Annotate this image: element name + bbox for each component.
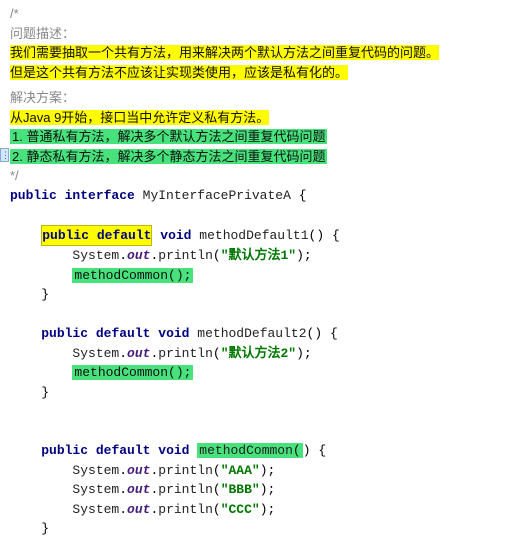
highlight-item1: 1. 普通私有方法，解决多个默认方法之间重复代码问题	[10, 129, 327, 144]
desc-line1: 我们需要抽取一个共有方法，用来解决两个默认方法之间重复代码的问题。	[10, 43, 507, 63]
desc-line2: 但是这个共有方法不应该让实现类使用，应该是私有化的。	[10, 63, 507, 83]
highlight-line1: 我们需要抽取一个共有方法，用来解决两个默认方法之间重复代码的问题。	[10, 45, 439, 60]
code-editor-viewport: /* 问题描述： 我们需要抽取一个共有方法，用来解决两个默认方法之间重复代码的问…	[0, 0, 507, 539]
comment-close: */	[10, 166, 507, 186]
solution-item1: 1. 普通私有方法，解决多个默认方法之间重复代码问题	[10, 127, 507, 147]
common-decl: public default void methodCommon() {	[10, 441, 507, 461]
highlight-intro: 从Java 9开始，接口当中允许定义私有方法。	[10, 110, 269, 125]
code-block: public interface MyInterfacePrivateA { p…	[10, 186, 507, 539]
method1-decl: public default void methodDefault1() {	[10, 225, 507, 247]
common-print-ccc: System.out.println("CCC");	[10, 500, 507, 520]
method1-close: }	[10, 285, 507, 305]
method2-common-call: methodCommon();	[10, 363, 507, 383]
solution-intro: 从Java 9开始，接口当中允许定义私有方法。	[10, 108, 507, 128]
highlight-line2: 但是这个共有方法不应该让实现类使用，应该是私有化的。	[10, 65, 348, 80]
method2-decl: public default void methodDefault2() {	[10, 324, 507, 344]
desc-title: 问题描述：	[10, 24, 507, 44]
common-print-bbb: System.out.println("BBB");	[10, 480, 507, 500]
method2-print: System.out.println("默认方法2");	[10, 344, 507, 364]
highlight-item2: 2. 静态私有方法，解决多个静态方法之间重复代码问题	[10, 149, 327, 164]
fold-marker-icon[interactable]: ⋮	[0, 148, 9, 162]
common-print-aaa: System.out.println("AAA");	[10, 461, 507, 481]
common-close: }	[10, 519, 507, 539]
method1-common-call: methodCommon();	[10, 266, 507, 286]
solution-title: 解决方案：	[10, 88, 507, 108]
comment-open: /*	[10, 4, 507, 24]
interface-decl: public interface MyInterfacePrivateA {	[10, 186, 507, 206]
method1-print: System.out.println("默认方法1");	[10, 246, 507, 266]
solution-item2: 2. 静态私有方法，解决多个静态方法之间重复代码问题	[10, 147, 507, 167]
method2-close: }	[10, 383, 507, 403]
